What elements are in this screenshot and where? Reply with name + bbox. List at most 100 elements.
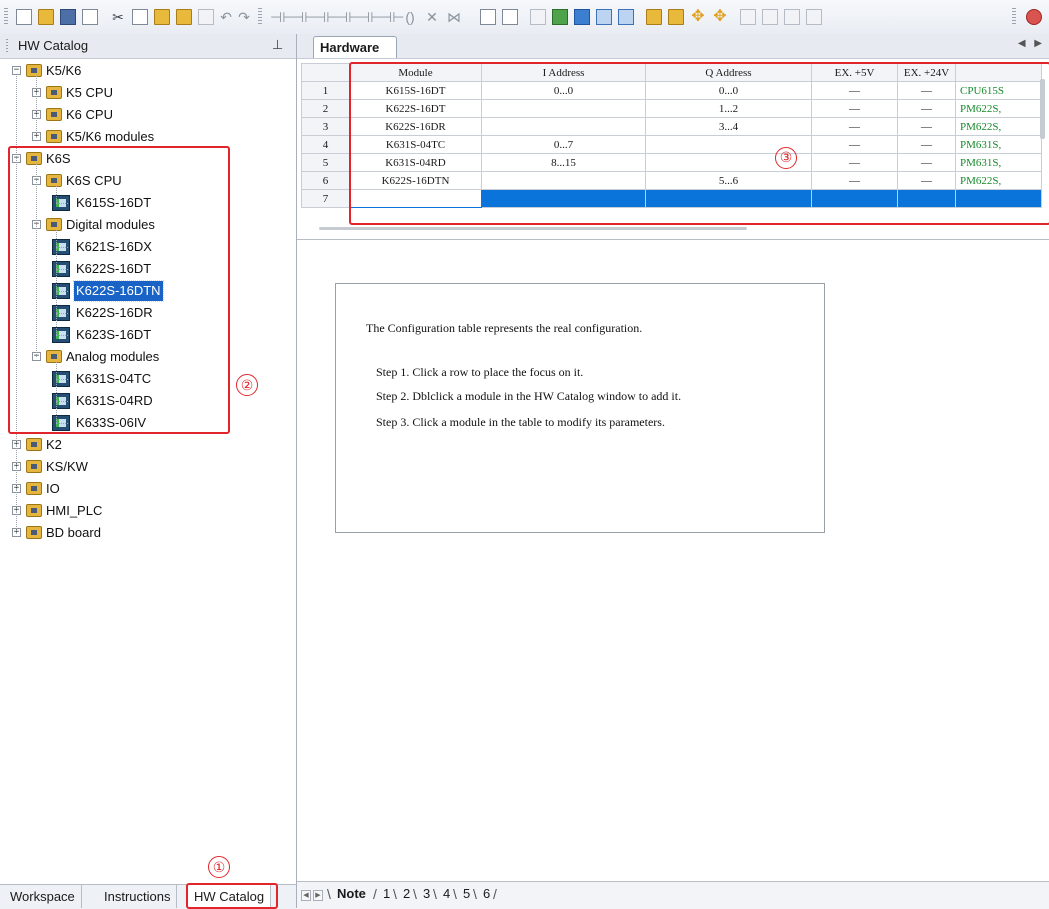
tree-item-label: K5/K6	[46, 63, 82, 78]
note-step-3: Step 3. Click a module in the table to m…	[376, 415, 665, 429]
zoom-icon[interactable]	[1026, 9, 1042, 25]
tab-separator: \	[413, 886, 417, 902]
edit-data-icon[interactable]	[740, 9, 756, 25]
force-icon[interactable]	[762, 9, 778, 25]
monitor-icon[interactable]	[618, 9, 634, 25]
toolbar-grip-2[interactable]	[258, 8, 262, 26]
new-icon[interactable]	[16, 9, 32, 25]
folder-icon	[26, 482, 42, 495]
cut-icon[interactable]: ✂	[110, 9, 126, 25]
tab-scroll-arrows-icon[interactable]: ◀ ▶	[1018, 38, 1045, 49]
tree-folder-ks-kw[interactable]: + KS/KW	[12, 456, 280, 478]
print-preview-icon[interactable]	[82, 9, 98, 25]
tab-next-icon[interactable]: ▶	[313, 890, 323, 901]
tab-separator: /	[493, 886, 497, 902]
build-icon[interactable]	[574, 9, 590, 25]
tree-item-label: K5 CPU	[66, 85, 113, 100]
run-icon[interactable]: ✥	[690, 9, 706, 25]
folder-icon	[26, 64, 42, 77]
panel-grip[interactable]	[6, 39, 8, 53]
paste-special-icon[interactable]	[176, 9, 192, 25]
tree-folder-k5-k6[interactable]: − K5/K6	[12, 60, 280, 82]
tree-item-label: IO	[46, 481, 60, 496]
folder-icon	[26, 438, 42, 451]
tree-item-label: K6 CPU	[66, 107, 113, 122]
annotation-marker-2: ②	[236, 374, 258, 396]
contact-icon[interactable]: ⊣⊢	[270, 9, 294, 25]
stop-icon[interactable]: ✥	[712, 9, 728, 25]
toolbar-grip[interactable]	[4, 8, 8, 26]
pin-icon[interactable]: ⊥	[272, 37, 283, 53]
note-panel: The Configuration table represents the r…	[335, 283, 825, 533]
tree-folder-hmi-plc[interactable]: + HMI_PLC	[12, 500, 280, 522]
column-header	[301, 63, 350, 82]
collapse-icon[interactable]: −	[12, 66, 21, 75]
row-number[interactable]: 6	[301, 171, 350, 190]
main-toolbar: ✂ ↶ ↷ ⊣⊢ ⊣⊢ ⊣⊢ ⊣⊢ ⊣⊢ ⊣⊢ () ✕ ⋈ ✥ ✥	[0, 0, 1049, 35]
tab-separator: \	[433, 886, 437, 902]
table-horizontal-scrollbar[interactable]	[319, 227, 747, 230]
paste-icon[interactable]	[154, 9, 170, 25]
tab-sheet-2[interactable]: 2	[403, 884, 410, 904]
unforce-icon[interactable]	[784, 9, 800, 25]
copy-icon[interactable]	[132, 9, 148, 25]
redo-icon[interactable]: ↷	[236, 9, 252, 25]
tab-sheet-4[interactable]: 4	[443, 884, 450, 904]
delete-network-icon[interactable]	[502, 9, 518, 25]
configuration-table: Module I Address Q Address EX. +5V EX. +…	[297, 59, 1049, 240]
tab-workspace[interactable]: Workspace	[4, 885, 82, 908]
save-icon[interactable]	[60, 9, 76, 25]
tree-folder-k5-cpu[interactable]: + K5 CPU	[32, 82, 280, 104]
note-step-1: Step 1. Click a row to place the focus o…	[376, 365, 584, 379]
contact-branch-icon[interactable]: ⊣⊢	[380, 9, 404, 25]
download-icon[interactable]	[646, 9, 662, 25]
tree-item-label: BD board	[46, 525, 101, 540]
contact-nc-icon[interactable]: ⊣⊢	[292, 9, 316, 25]
read-force-icon[interactable]	[806, 9, 822, 25]
contact-n-icon[interactable]: ⊣⊢	[336, 9, 360, 25]
hardware-config-icon[interactable]	[596, 9, 612, 25]
folder-icon	[26, 460, 42, 473]
insert-network-icon[interactable]	[480, 9, 496, 25]
row-number[interactable]: 1	[301, 81, 350, 100]
toolbar-grip-3[interactable]	[1012, 8, 1016, 26]
row-number[interactable]: 2	[301, 99, 350, 118]
coil-icon[interactable]: ()	[402, 9, 418, 25]
row-number[interactable]: 7	[301, 189, 350, 208]
contact-not-icon[interactable]: ⊣⊢	[358, 9, 382, 25]
tab-note[interactable]: Note	[337, 884, 366, 904]
tab-prev-icon[interactable]: ◀	[301, 890, 311, 901]
tab-sheet-6[interactable]: 6	[483, 884, 490, 904]
tab-sheet-1[interactable]: 1	[383, 884, 390, 904]
annotation-marker-3: ③	[775, 147, 797, 169]
tab-separator: /	[373, 886, 377, 902]
delete-branch-icon[interactable]: ⋈	[446, 9, 462, 25]
compare-icon[interactable]	[198, 9, 214, 25]
annotation-box-2	[8, 146, 230, 434]
tree-item-label: KS/KW	[46, 459, 88, 474]
tree-item-label: K2	[46, 437, 62, 452]
tree-folder-k5-k6-modules[interactable]: + K5/K6 modules	[32, 126, 280, 148]
tree-folder-bd-board[interactable]: + BD board	[12, 522, 280, 544]
comment-icon[interactable]	[530, 9, 546, 25]
row-number[interactable]: 3	[301, 117, 350, 136]
contact-p-icon[interactable]: ⊣⊢	[314, 9, 338, 25]
tree-folder-k6-cpu[interactable]: + K6 CPU	[32, 104, 280, 126]
tab-sheet-5[interactable]: 5	[463, 884, 470, 904]
row-number[interactable]: 4	[301, 135, 350, 154]
tab-hardware[interactable]: Hardware	[313, 36, 397, 58]
open-icon[interactable]	[38, 9, 54, 25]
tab-instructions[interactable]: Instructions	[98, 885, 178, 908]
row-number[interactable]: 5	[301, 153, 350, 172]
tree-item-label: HMI_PLC	[46, 503, 103, 518]
note-heading: The Configuration table represents the r…	[366, 321, 643, 335]
tree-folder-k2[interactable]: + K2	[12, 434, 280, 456]
delete-element-icon[interactable]: ✕	[424, 9, 440, 25]
tab-sheet-3[interactable]: 3	[423, 884, 430, 904]
folder-icon	[46, 108, 62, 121]
undo-icon[interactable]: ↶	[218, 9, 234, 25]
document-tab-strip: Hardware ◀ ▶	[297, 34, 1049, 59]
upload-icon[interactable]	[668, 9, 684, 25]
compile-icon[interactable]	[552, 9, 568, 25]
tree-folder-io[interactable]: + IO	[12, 478, 280, 500]
